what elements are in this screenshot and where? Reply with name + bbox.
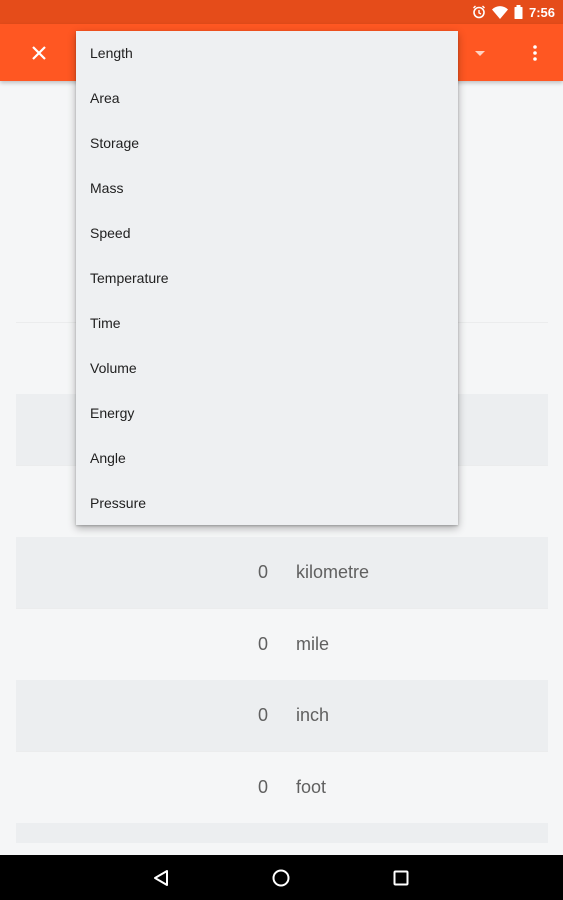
category-dropdown-caret[interactable]	[470, 47, 490, 59]
conversion-value: 0	[257, 776, 268, 797]
conversion-row[interactable]: 0 kilometre	[16, 536, 548, 608]
dropdown-caret-icon	[475, 50, 485, 56]
category-menu: Length Area Storage Mass Speed Temperatu…	[76, 31, 458, 525]
status-icons: 7:56	[472, 4, 555, 20]
menu-item-length[interactable]: Length	[76, 31, 458, 75]
status-bar: 7:56	[0, 0, 563, 24]
wifi-icon	[491, 5, 508, 19]
back-icon	[154, 870, 168, 886]
close-button[interactable]	[24, 38, 54, 68]
conversion-value: 0	[257, 704, 268, 725]
home-icon	[272, 869, 290, 887]
conversion-value: 0	[257, 633, 268, 654]
menu-item-time[interactable]: Time	[76, 300, 458, 345]
status-time: 7:56	[528, 4, 555, 20]
overflow-menu-button[interactable]	[520, 38, 550, 68]
back-button[interactable]	[148, 865, 174, 891]
battery-icon	[514, 5, 523, 19]
menu-item-volume[interactable]: Volume	[76, 345, 458, 390]
menu-item-speed[interactable]: Speed	[76, 210, 458, 255]
navigation-bar	[0, 855, 563, 900]
menu-item-angle[interactable]: Angle	[76, 435, 458, 480]
menu-item-pressure[interactable]: Pressure	[76, 480, 458, 525]
conversion-row[interactable]: 0 inch	[16, 679, 548, 751]
conversion-unit: foot	[296, 776, 327, 797]
menu-item-area[interactable]: Area	[76, 75, 458, 120]
menu-item-temperature[interactable]: Temperature	[76, 255, 458, 300]
menu-item-mass[interactable]: Mass	[76, 165, 458, 210]
conversion-unit: kilometre	[296, 561, 370, 582]
recents-button[interactable]	[388, 865, 414, 891]
conversion-value: 0	[257, 561, 268, 582]
conversion-row[interactable]: 0 mile	[16, 608, 548, 680]
home-button[interactable]	[268, 865, 294, 891]
conversion-unit: inch	[296, 704, 330, 725]
overflow-menu-icon	[533, 45, 537, 61]
menu-item-energy[interactable]: Energy	[76, 390, 458, 435]
conversion-row[interactable]: 0 foot	[16, 751, 548, 823]
alarm-icon	[472, 5, 486, 19]
conversion-unit: mile	[296, 633, 330, 654]
conversion-row-partial	[16, 822, 548, 843]
recents-icon	[393, 870, 409, 886]
close-icon	[32, 46, 46, 60]
menu-item-storage[interactable]: Storage	[76, 120, 458, 165]
